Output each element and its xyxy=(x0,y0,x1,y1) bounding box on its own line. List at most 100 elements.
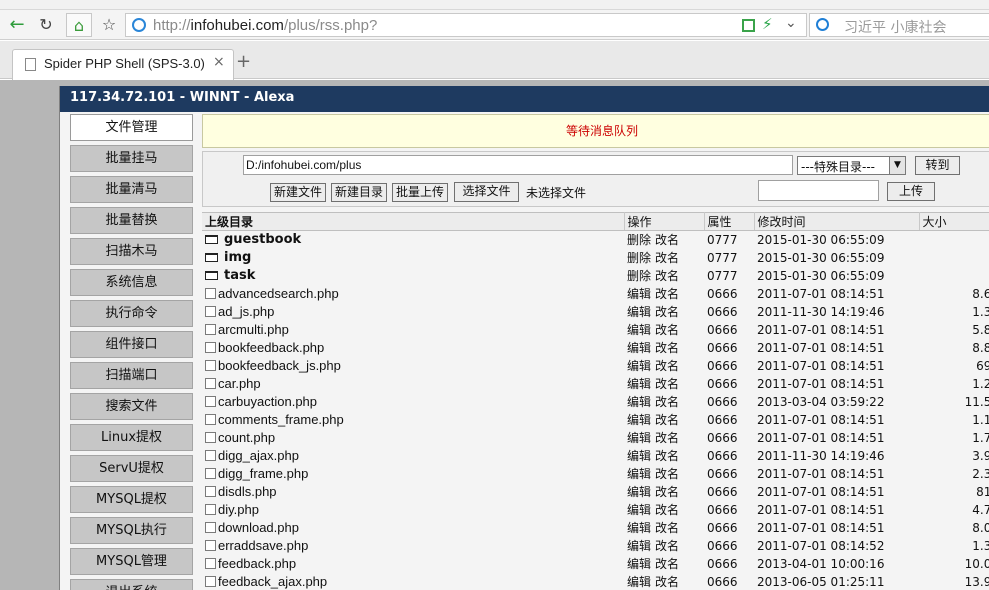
file-link[interactable]: comments_frame.php xyxy=(218,412,344,427)
batch-upload-button[interactable]: 批量上传 xyxy=(392,183,448,202)
perm-cell[interactable]: 0666 xyxy=(704,357,754,375)
special-dir-select[interactable]: ---特殊目录--- ▼ xyxy=(797,156,906,175)
file-link[interactable]: digg_frame.php xyxy=(218,466,308,481)
upload-name-input[interactable] xyxy=(758,180,879,201)
perm-cell[interactable]: 0666 xyxy=(704,573,754,590)
perm-cell[interactable]: 0666 xyxy=(704,339,754,357)
rename-link[interactable]: 改名 xyxy=(655,557,679,571)
time-cell[interactable]: 2011-11-30 14:19:46 xyxy=(754,303,919,321)
rename-link[interactable]: 改名 xyxy=(655,305,679,319)
chevron-down-icon[interactable]: ⌄ xyxy=(785,15,797,31)
time-cell[interactable]: 2011-11-30 14:19:46 xyxy=(754,447,919,465)
sidebar-item-3[interactable]: 批量替换 xyxy=(70,207,193,234)
file-link[interactable]: ad_js.php xyxy=(218,304,274,319)
sidebar-item-5[interactable]: 系统信息 xyxy=(70,269,193,296)
edit-link[interactable]: 编辑 xyxy=(627,557,651,571)
edit-link[interactable]: 编辑 xyxy=(627,305,651,319)
time-cell[interactable]: 2015-01-30 06:55:09 xyxy=(754,249,919,267)
file-link[interactable]: download.php xyxy=(218,520,299,535)
edit-link[interactable]: 编辑 xyxy=(627,323,651,337)
rename-link[interactable]: 改名 xyxy=(655,485,679,499)
time-cell[interactable]: 2011-07-01 08:14:51 xyxy=(754,411,919,429)
delete-link[interactable]: 删除 xyxy=(627,269,651,283)
sidebar-item-4[interactable]: 扫描木马 xyxy=(70,238,193,265)
star-icon[interactable]: ☆ xyxy=(97,13,121,37)
sidebar-item-9[interactable]: 搜索文件 xyxy=(70,393,193,420)
file-link[interactable]: arcmulti.php xyxy=(218,322,289,337)
time-cell[interactable]: 2011-07-01 08:14:51 xyxy=(754,321,919,339)
time-cell[interactable]: 2011-07-01 08:14:52 xyxy=(754,537,919,555)
choose-file-button[interactable]: 选择文件 xyxy=(454,182,519,202)
time-cell[interactable]: 2015-01-30 06:55:09 xyxy=(754,231,919,249)
edit-link[interactable]: 编辑 xyxy=(627,359,651,373)
qr-code-icon[interactable] xyxy=(742,19,755,32)
time-cell[interactable]: 2011-07-01 08:14:51 xyxy=(754,465,919,483)
perm-cell[interactable]: 0666 xyxy=(704,447,754,465)
sidebar-item-1[interactable]: 批量挂马 xyxy=(70,145,193,172)
rename-link[interactable]: 改名 xyxy=(655,449,679,463)
rename-link[interactable]: 改名 xyxy=(655,269,679,283)
time-cell[interactable]: 2015-01-30 06:55:09 xyxy=(754,267,919,285)
perm-cell[interactable]: 0666 xyxy=(704,429,754,447)
time-cell[interactable]: 2011-07-01 08:14:51 xyxy=(754,483,919,501)
edit-link[interactable]: 编辑 xyxy=(627,287,651,301)
file-link[interactable]: car.php xyxy=(218,376,261,391)
edit-link[interactable]: 编辑 xyxy=(627,413,651,427)
perm-cell[interactable]: 0777 xyxy=(704,267,754,285)
edit-link[interactable]: 编辑 xyxy=(627,341,651,355)
rename-link[interactable]: 改名 xyxy=(655,251,679,265)
edit-link[interactable]: 编辑 xyxy=(627,431,651,445)
rename-link[interactable]: 改名 xyxy=(655,377,679,391)
perm-cell[interactable]: 0666 xyxy=(704,411,754,429)
sidebar-item-11[interactable]: ServU提权 xyxy=(70,455,193,482)
parent-dir-link[interactable]: 上级目录 xyxy=(202,212,625,231)
sidebar-item-7[interactable]: 组件接口 xyxy=(70,331,193,358)
file-link[interactable]: count.php xyxy=(218,430,275,445)
edit-link[interactable]: 编辑 xyxy=(627,467,651,481)
perm-cell[interactable]: 0666 xyxy=(704,393,754,411)
time-cell[interactable]: 2011-07-01 08:14:51 xyxy=(754,501,919,519)
edit-link[interactable]: 编辑 xyxy=(627,449,651,463)
lightning-icon[interactable]: ⚡︎ xyxy=(762,15,773,33)
back-arrow-icon[interactable]: ← xyxy=(5,13,29,37)
perm-cell[interactable]: 0666 xyxy=(704,303,754,321)
time-cell[interactable]: 2011-07-01 08:14:51 xyxy=(754,519,919,537)
rename-link[interactable]: 改名 xyxy=(655,287,679,301)
perm-cell[interactable]: 0666 xyxy=(704,375,754,393)
time-cell[interactable]: 2011-07-01 08:14:51 xyxy=(754,375,919,393)
sidebar-item-14[interactable]: MYSQL管理 xyxy=(70,548,193,575)
perm-cell[interactable]: 0777 xyxy=(704,249,754,267)
rename-link[interactable]: 改名 xyxy=(655,575,679,589)
file-link[interactable]: disdls.php xyxy=(218,484,277,499)
file-link[interactable]: bookfeedback_js.php xyxy=(218,358,341,373)
file-link[interactable]: digg_ajax.php xyxy=(218,448,299,463)
edit-link[interactable]: 编辑 xyxy=(627,485,651,499)
time-cell[interactable]: 2013-03-04 03:59:22 xyxy=(754,393,919,411)
file-link[interactable]: advancedsearch.php xyxy=(218,286,339,301)
sidebar-item-10[interactable]: Linux提权 xyxy=(70,424,193,451)
perm-cell[interactable]: 0666 xyxy=(704,555,754,573)
rename-link[interactable]: 改名 xyxy=(655,323,679,337)
time-cell[interactable]: 2013-04-01 10:00:16 xyxy=(754,555,919,573)
new-tab-icon[interactable]: + xyxy=(236,51,251,72)
file-link[interactable]: erraddsave.php xyxy=(218,538,308,553)
time-cell[interactable]: 2011-07-01 08:14:51 xyxy=(754,429,919,447)
tab-spider-shell[interactable]: Spider PHP Shell (SPS-3.0) × xyxy=(12,49,234,80)
rename-link[interactable]: 改名 xyxy=(655,359,679,373)
perm-cell[interactable]: 0666 xyxy=(704,537,754,555)
edit-link[interactable]: 编辑 xyxy=(627,503,651,517)
delete-link[interactable]: 删除 xyxy=(627,251,651,265)
file-link[interactable]: diy.php xyxy=(218,502,259,517)
time-cell[interactable]: 2011-07-01 08:14:51 xyxy=(754,339,919,357)
perm-cell[interactable]: 0666 xyxy=(704,501,754,519)
sidebar-item-2[interactable]: 批量清马 xyxy=(70,176,193,203)
delete-link[interactable]: 删除 xyxy=(627,233,651,247)
edit-link[interactable]: 编辑 xyxy=(627,521,651,535)
edit-link[interactable]: 编辑 xyxy=(627,575,651,589)
sidebar-item-6[interactable]: 执行命令 xyxy=(70,300,193,327)
upload-button[interactable]: 上传 xyxy=(887,182,935,201)
time-cell[interactable]: 2011-07-01 08:14:51 xyxy=(754,285,919,303)
goto-button[interactable]: 转到 xyxy=(915,156,960,175)
edit-link[interactable]: 编辑 xyxy=(627,377,651,391)
sidebar-item-8[interactable]: 扫描端口 xyxy=(70,362,193,389)
